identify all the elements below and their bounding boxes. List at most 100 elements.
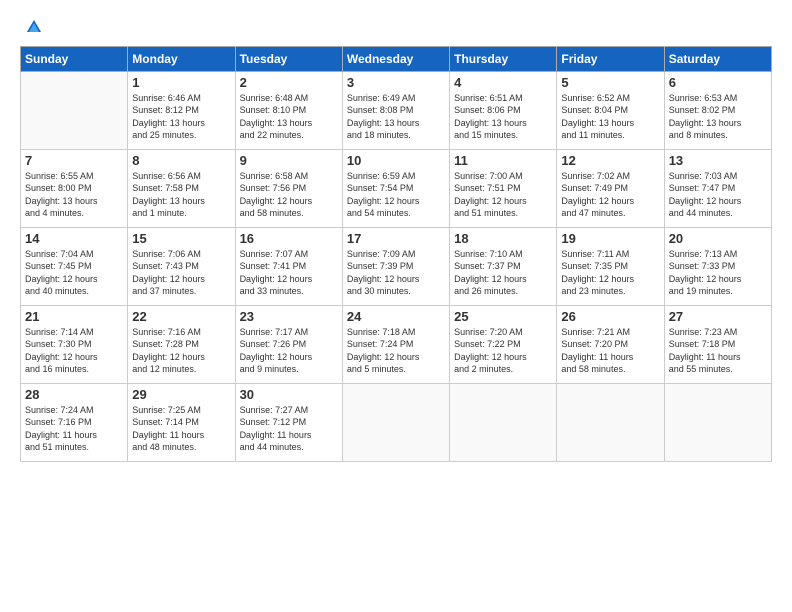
col-header-tuesday: Tuesday (235, 47, 342, 72)
day-number: 20 (669, 231, 767, 246)
day-details: Sunrise: 7:23 AMSunset: 7:18 PMDaylight:… (669, 326, 767, 375)
calendar-cell: 18 Sunrise: 7:10 AMSunset: 7:37 PMDayligh… (450, 228, 557, 306)
header-row: SundayMondayTuesdayWednesdayThursdayFrid… (21, 47, 772, 72)
day-details: Sunrise: 7:17 AMSunset: 7:26 PMDaylight:… (240, 326, 338, 375)
day-number: 27 (669, 309, 767, 324)
day-details: Sunrise: 7:25 AMSunset: 7:14 PMDaylight:… (132, 404, 230, 453)
day-details: Sunrise: 7:09 AMSunset: 7:39 PMDaylight:… (347, 248, 445, 297)
calendar-cell: 20 Sunrise: 7:13 AMSunset: 7:33 PMDayligh… (664, 228, 771, 306)
col-header-saturday: Saturday (664, 47, 771, 72)
calendar-cell: 29 Sunrise: 7:25 AMSunset: 7:14 PMDayligh… (128, 384, 235, 462)
day-number: 24 (347, 309, 445, 324)
day-number: 13 (669, 153, 767, 168)
calendar-cell: 16Sunrise: 7:07 AMSunset: 7:41 PMDayligh… (235, 228, 342, 306)
calendar-cell: 15 Sunrise: 7:06 AMSunset: 7:43 PMDayligh… (128, 228, 235, 306)
week-row: 21Sunrise: 7:14 AMSunset: 7:30 PMDayligh… (21, 306, 772, 384)
calendar-cell: 14 Sunrise: 7:04 AMSunset: 7:45 PMDayligh… (21, 228, 128, 306)
calendar-cell: 23 Sunrise: 7:17 AMSunset: 7:26 PMDayligh… (235, 306, 342, 384)
day-number: 28 (25, 387, 123, 402)
calendar-cell: 2Sunrise: 6:48 AMSunset: 8:10 PMDaylight… (235, 72, 342, 150)
day-details: Sunrise: 6:52 AMSunset: 8:04 PMDaylight:… (561, 92, 659, 141)
day-details: Sunrise: 7:03 AMSunset: 7:47 PMDaylight:… (669, 170, 767, 219)
day-number: 19 (561, 231, 659, 246)
calendar-cell: 12 Sunrise: 7:02 AMSunset: 7:49 PMDayligh… (557, 150, 664, 228)
day-details: Sunrise: 7:07 AMSunset: 7:41 PMDaylight:… (240, 248, 338, 297)
calendar-cell: 28 Sunrise: 7:24 AMSunset: 7:16 PMDayligh… (21, 384, 128, 462)
calendar-cell: 4 Sunrise: 6:51 AMSunset: 8:06 PMDaylight… (450, 72, 557, 150)
logo (20, 18, 43, 36)
logo-icon (25, 18, 43, 36)
day-number: 17 (347, 231, 445, 246)
day-number: 1 (132, 75, 230, 90)
calendar-cell: 25Sunrise: 7:20 AMSunset: 7:22 PMDayligh… (450, 306, 557, 384)
day-number: 2 (240, 75, 338, 90)
col-header-friday: Friday (557, 47, 664, 72)
day-number: 14 (25, 231, 123, 246)
day-number: 29 (132, 387, 230, 402)
calendar-cell (664, 384, 771, 462)
day-number: 3 (347, 75, 445, 90)
calendar-cell: 1 Sunrise: 6:46 AMSunset: 8:12 PMDaylight… (128, 72, 235, 150)
calendar-cell: 8Sunrise: 6:56 AMSunset: 7:58 PMDaylight… (128, 150, 235, 228)
col-header-wednesday: Wednesday (342, 47, 449, 72)
day-number: 23 (240, 309, 338, 324)
calendar-cell: 3 Sunrise: 6:49 AMSunset: 8:08 PMDaylight… (342, 72, 449, 150)
calendar-cell: 11 Sunrise: 7:00 AMSunset: 7:51 PMDayligh… (450, 150, 557, 228)
day-details: Sunrise: 7:00 AMSunset: 7:51 PMDaylight:… (454, 170, 552, 219)
day-number: 7 (25, 153, 123, 168)
col-header-sunday: Sunday (21, 47, 128, 72)
day-number: 4 (454, 75, 552, 90)
day-details: Sunrise: 7:04 AMSunset: 7:45 PMDaylight:… (25, 248, 123, 297)
day-number: 30 (240, 387, 338, 402)
calendar-cell: 17 Sunrise: 7:09 AMSunset: 7:39 PMDayligh… (342, 228, 449, 306)
day-details: Sunrise: 7:27 AMSunset: 7:12 PMDaylight:… (240, 404, 338, 453)
day-details: Sunrise: 7:10 AMSunset: 7:37 PMDaylight:… (454, 248, 552, 297)
day-details: Sunrise: 6:59 AMSunset: 7:54 PMDaylight:… (347, 170, 445, 219)
day-number: 11 (454, 153, 552, 168)
day-number: 6 (669, 75, 767, 90)
calendar-cell: 6 Sunrise: 6:53 AMSunset: 8:02 PMDaylight… (664, 72, 771, 150)
day-details: Sunrise: 7:02 AMSunset: 7:49 PMDaylight:… (561, 170, 659, 219)
day-details: Sunrise: 6:46 AMSunset: 8:12 PMDaylight:… (132, 92, 230, 141)
header (20, 18, 772, 36)
calendar-cell: 21Sunrise: 7:14 AMSunset: 7:30 PMDayligh… (21, 306, 128, 384)
day-details: Sunrise: 6:51 AMSunset: 8:06 PMDaylight:… (454, 92, 552, 141)
col-header-monday: Monday (128, 47, 235, 72)
calendar-cell: 22 Sunrise: 7:16 AMSunset: 7:28 PMDayligh… (128, 306, 235, 384)
calendar-cell: 13 Sunrise: 7:03 AMSunset: 7:47 PMDayligh… (664, 150, 771, 228)
day-details: Sunrise: 6:53 AMSunset: 8:02 PMDaylight:… (669, 92, 767, 141)
day-number: 5 (561, 75, 659, 90)
day-details: Sunrise: 7:18 AMSunset: 7:24 PMDaylight:… (347, 326, 445, 375)
calendar-cell: 27 Sunrise: 7:23 AMSunset: 7:18 PMDayligh… (664, 306, 771, 384)
day-details: Sunrise: 7:06 AMSunset: 7:43 PMDaylight:… (132, 248, 230, 297)
calendar-cell: 19Sunrise: 7:11 AMSunset: 7:35 PMDayligh… (557, 228, 664, 306)
calendar-cell: 24 Sunrise: 7:18 AMSunset: 7:24 PMDayligh… (342, 306, 449, 384)
calendar-cell (342, 384, 449, 462)
week-row: 14 Sunrise: 7:04 AMSunset: 7:45 PMDayligh… (21, 228, 772, 306)
week-row: 1 Sunrise: 6:46 AMSunset: 8:12 PMDaylight… (21, 72, 772, 150)
calendar-cell (21, 72, 128, 150)
day-details: Sunrise: 7:21 AMSunset: 7:20 PMDaylight:… (561, 326, 659, 375)
day-number: 12 (561, 153, 659, 168)
calendar-table: SundayMondayTuesdayWednesdayThursdayFrid… (20, 46, 772, 462)
day-details: Sunrise: 7:16 AMSunset: 7:28 PMDaylight:… (132, 326, 230, 375)
day-details: Sunrise: 6:55 AMSunset: 8:00 PMDaylight:… (25, 170, 123, 219)
col-header-thursday: Thursday (450, 47, 557, 72)
week-row: 7 Sunrise: 6:55 AMSunset: 8:00 PMDaylight… (21, 150, 772, 228)
day-number: 18 (454, 231, 552, 246)
day-number: 22 (132, 309, 230, 324)
day-details: Sunrise: 6:49 AMSunset: 8:08 PMDaylight:… (347, 92, 445, 141)
day-number: 25 (454, 309, 552, 324)
day-details: Sunrise: 7:13 AMSunset: 7:33 PMDaylight:… (669, 248, 767, 297)
day-number: 9 (240, 153, 338, 168)
calendar-cell: 10Sunrise: 6:59 AMSunset: 7:54 PMDayligh… (342, 150, 449, 228)
page: SundayMondayTuesdayWednesdayThursdayFrid… (0, 0, 792, 612)
calendar-cell: 26 Sunrise: 7:21 AMSunset: 7:20 PMDayligh… (557, 306, 664, 384)
day-details: Sunrise: 7:24 AMSunset: 7:16 PMDaylight:… (25, 404, 123, 453)
calendar-cell: 5 Sunrise: 6:52 AMSunset: 8:04 PMDaylight… (557, 72, 664, 150)
day-number: 15 (132, 231, 230, 246)
calendar-cell (450, 384, 557, 462)
week-row: 28 Sunrise: 7:24 AMSunset: 7:16 PMDayligh… (21, 384, 772, 462)
day-number: 26 (561, 309, 659, 324)
calendar-cell: 30 Sunrise: 7:27 AMSunset: 7:12 PMDayligh… (235, 384, 342, 462)
